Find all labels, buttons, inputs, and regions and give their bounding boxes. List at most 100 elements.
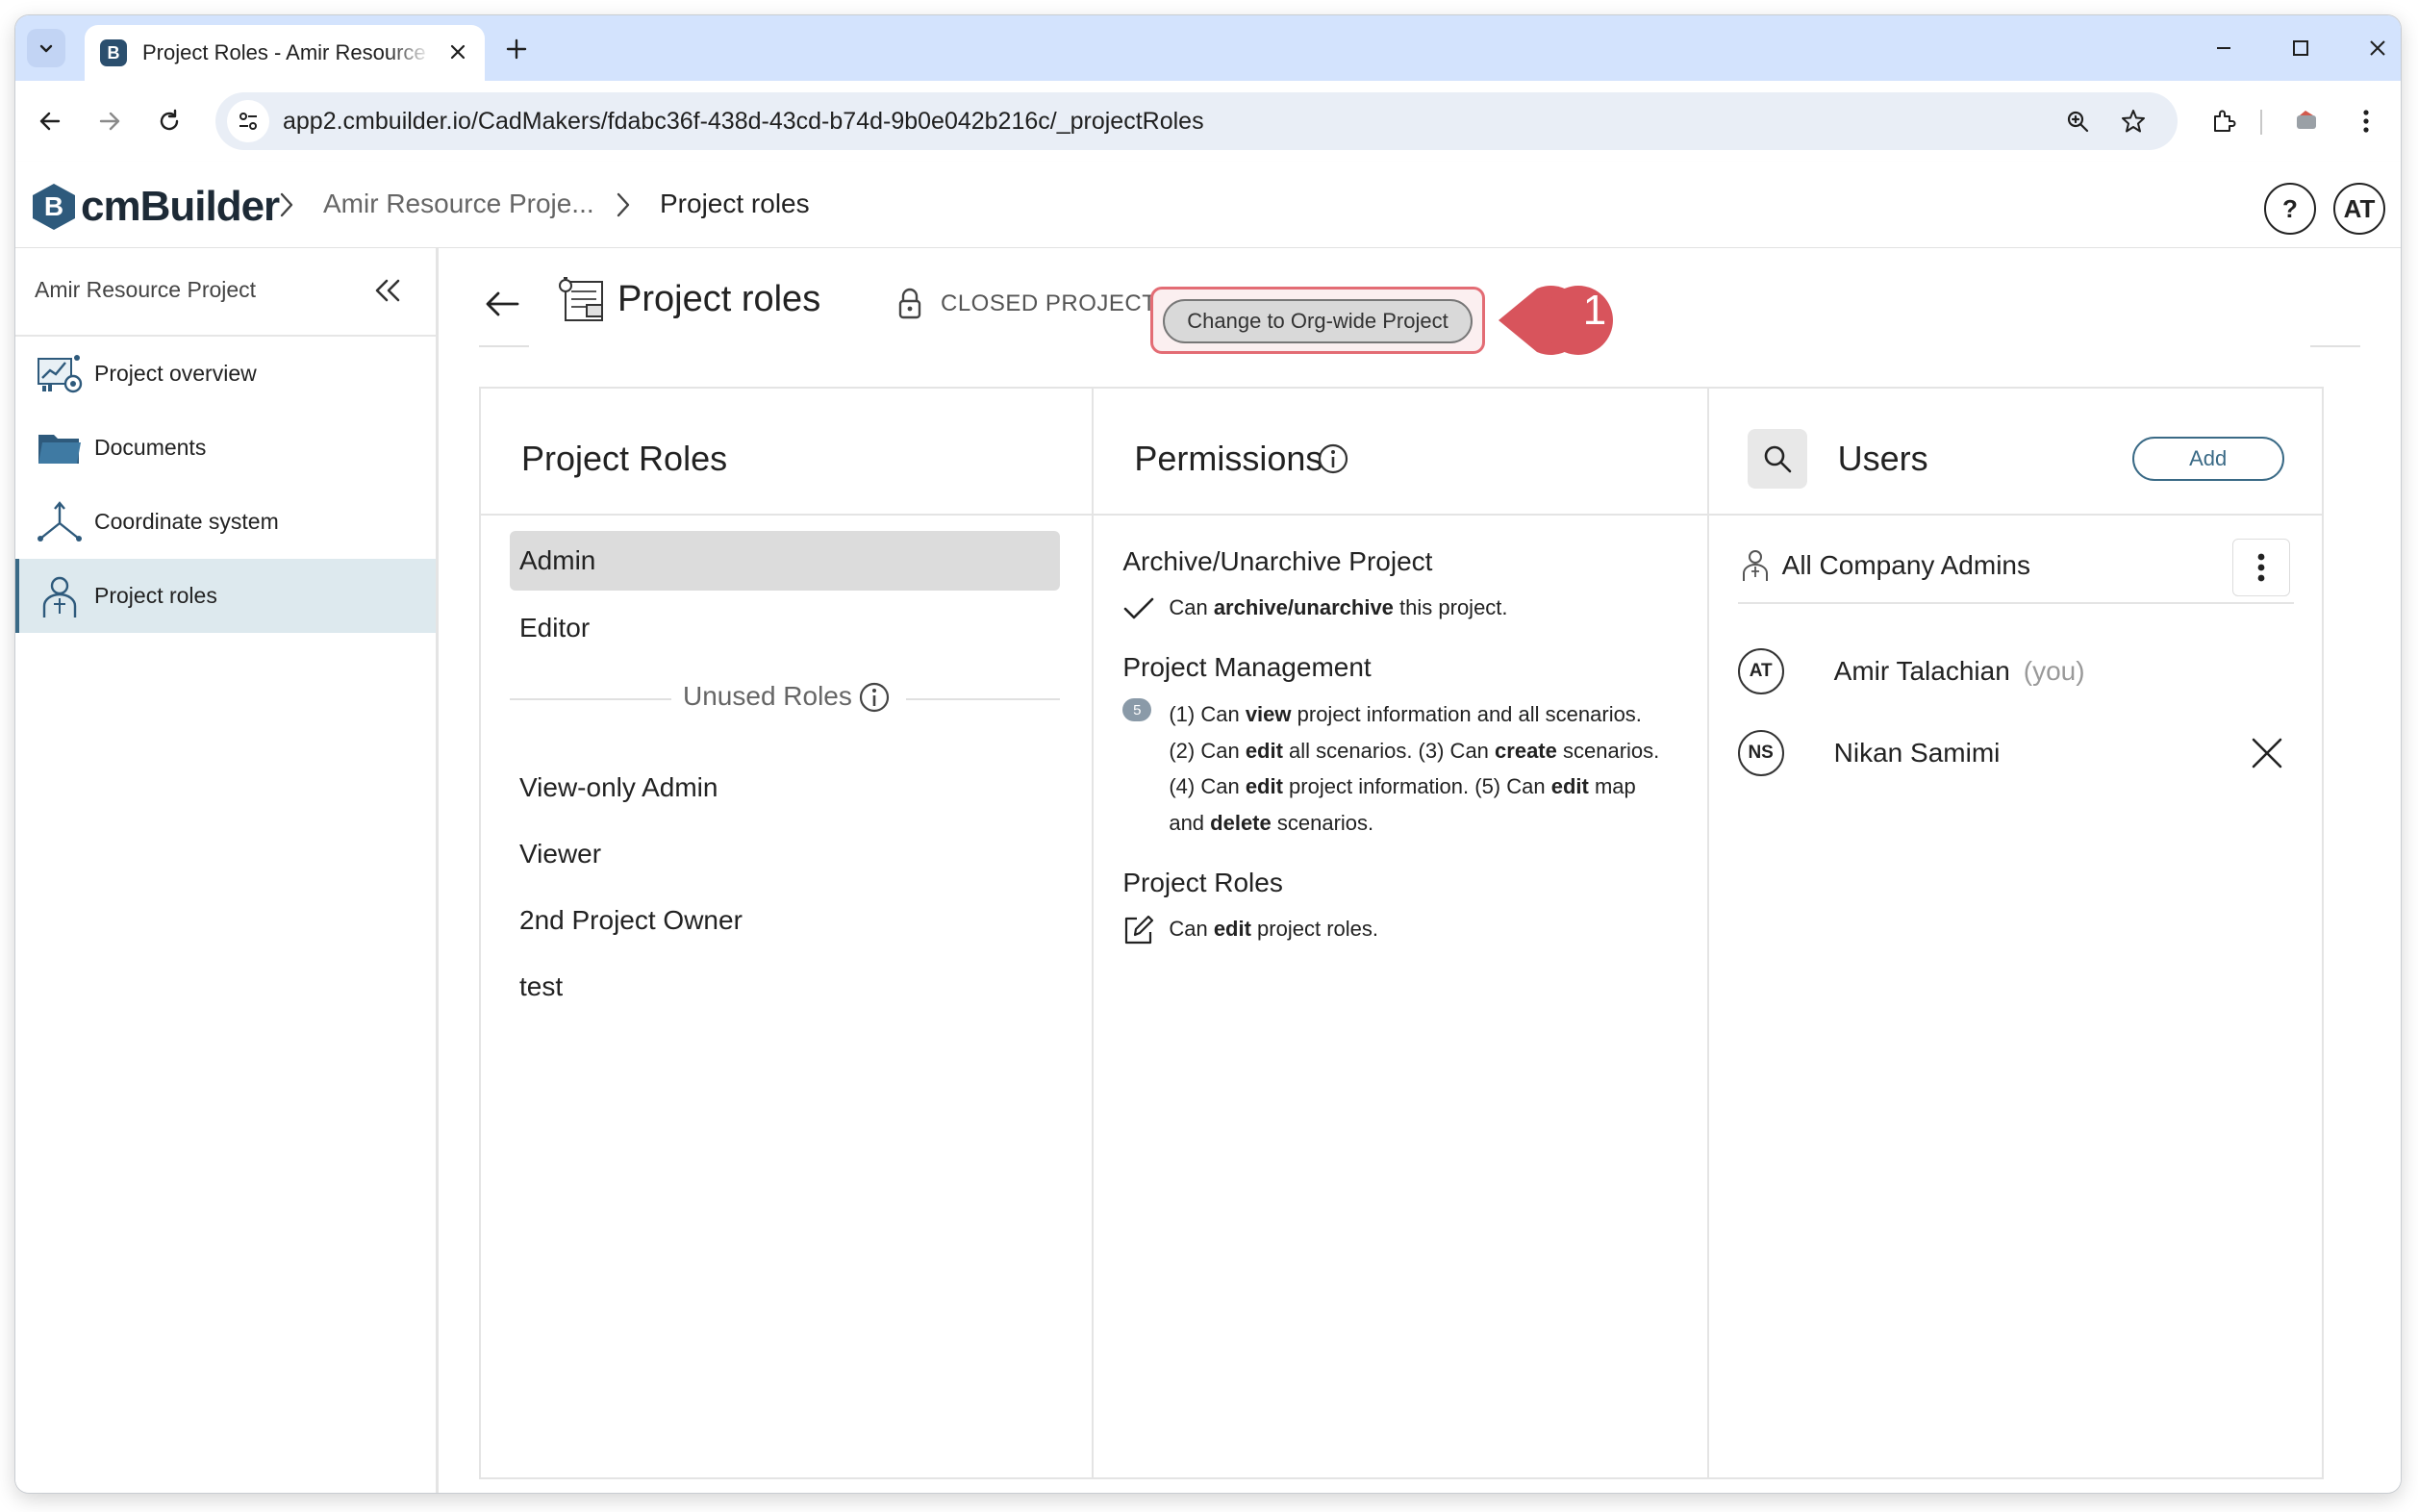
tab-search-button[interactable] (27, 29, 65, 67)
panel-header: Users Add (1708, 389, 2322, 516)
cmbuilder-logo[interactable]: B cmBuilder (33, 183, 280, 231)
maximize-button[interactable] (2272, 29, 2330, 67)
sidebar-item-coordinate-system[interactable]: Coordinate system (15, 485, 436, 559)
browser-menu-button[interactable] (2343, 98, 2389, 144)
arrow-right-icon (99, 112, 120, 131)
breadcrumb-project[interactable]: Amir Resource Proje... (323, 189, 594, 219)
permission-section-title: Project Roles (1122, 868, 1283, 897)
back-button[interactable] (479, 281, 525, 327)
sidebar-item-project-roles[interactable]: Project roles (15, 559, 436, 633)
search-users-button[interactable] (1747, 429, 1807, 489)
panel-title: Users (1837, 439, 1928, 478)
panel-header: Project Roles (481, 389, 1093, 516)
toolbar-divider (2260, 110, 2262, 135)
chart-dashboard-icon (35, 349, 85, 399)
permission-line: Can edit project roles. (1169, 917, 1378, 941)
unused-roles-label: Unused Roles (683, 681, 852, 711)
page-header: Project roles CLOSED PROJECT Change to O… (479, 269, 2345, 355)
logo-mark-icon: B (33, 184, 75, 230)
role-item-test[interactable]: test (510, 957, 1060, 1017)
collapse-sidebar-button[interactable] (366, 269, 409, 312)
sidebar-item-label: Coordinate system (94, 509, 279, 534)
divider-line (510, 698, 671, 700)
permission-line: (4) Can edit project information. (5) Ca… (1169, 774, 1636, 798)
panels-container: Project Roles Admin Editor Unused Roles … (479, 387, 2324, 1479)
sidebar-item-label: Documents (94, 435, 207, 460)
role-item-editor[interactable]: Editor (510, 598, 1060, 658)
role-item-admin[interactable]: Admin (510, 531, 1060, 591)
zoom-button[interactable] (2058, 102, 2097, 140)
close-icon (450, 44, 466, 60)
sidebar-item-project-overview[interactable]: Project overview (15, 337, 436, 411)
unused-roles-divider: Unused Roles (510, 679, 1060, 718)
project-status-label: CLOSED PROJECT (941, 290, 1157, 316)
role-item-view-only-admin[interactable]: View-only Admin (510, 758, 1060, 818)
site-settings-icon[interactable] (227, 100, 269, 142)
main-content: Project roles CLOSED PROJECT Change to O… (439, 248, 2401, 1493)
remove-user-button[interactable] (2248, 734, 2286, 772)
double-chevron-left-icon (375, 279, 400, 302)
kebab-menu-icon (2363, 110, 2369, 133)
tab-bar: B Project Roles - Amir Resource Project (15, 15, 2401, 81)
reload-icon (160, 109, 179, 131)
tab-close-button[interactable] (444, 38, 471, 65)
cmbuilder-favicon-icon: B (100, 39, 127, 66)
arrow-left-icon (39, 112, 61, 131)
sidebar-item-label: Project roles (94, 583, 217, 608)
plus-icon (506, 38, 527, 60)
change-to-org-wide-button[interactable]: Change to Org-wide Project (1163, 299, 1473, 343)
info-icon[interactable] (1317, 442, 1349, 475)
search-icon (1764, 445, 1791, 473)
reload-button[interactable] (146, 98, 192, 144)
app-header: B cmBuilder Amir Resource Proje... Proje… (15, 162, 2401, 248)
minimize-button[interactable] (2195, 29, 2253, 67)
roles-document-icon (556, 273, 610, 327)
extension-pinned-button[interactable] (2283, 98, 2330, 144)
new-tab-button[interactable] (496, 29, 537, 69)
back-nav-button[interactable] (27, 98, 73, 144)
panel-title: Project Roles (521, 439, 728, 478)
puzzle-icon (2214, 110, 2236, 132)
sidebar-header: Amir Resource Project (15, 248, 436, 337)
permission-count-badge: 5 (1122, 698, 1152, 721)
permissions-panel: Permissions Archive/Unarchive Project Ca… (1094, 387, 1709, 1479)
extensions-button[interactable] (2201, 98, 2247, 144)
browser-window: B Project Roles - Amir Resource Project (15, 15, 2401, 1493)
lock-icon (893, 285, 927, 323)
user-avatar: NS (1737, 730, 1784, 776)
user-avatar-button[interactable]: AT (2333, 183, 2385, 235)
role-item-viewer[interactable]: Viewer (510, 824, 1060, 884)
forward-nav-button[interactable] (87, 98, 133, 144)
sidebar-project-name: Amir Resource Project (35, 277, 257, 302)
kebab-menu-icon (2257, 553, 2265, 582)
panel-title: Permissions (1134, 439, 1323, 478)
permission-line: (1) Can view project information and all… (1169, 702, 1642, 726)
breadcrumb-current: Project roles (660, 189, 810, 218)
extension-icon (2297, 111, 2316, 129)
minimize-icon (2217, 47, 2230, 49)
step-callout-number: 1 (1582, 287, 1607, 334)
project-roles-panel: Project Roles Admin Editor Unused Roles … (479, 387, 1095, 1479)
role-item-2nd-project-owner[interactable]: 2nd Project Owner (510, 891, 1060, 950)
arrow-left-icon (486, 291, 519, 316)
permission-line: Can archive/unarchive this project. (1169, 595, 1508, 619)
browser-tab[interactable]: B Project Roles - Amir Resource Project (85, 25, 485, 81)
url-text: app2.cmbuilder.io/CadMakers/fdabc36f-438… (283, 107, 1204, 135)
page-title: Project roles (617, 279, 821, 319)
user-row: NS Nikan Samimi (1737, 724, 2294, 782)
info-icon[interactable] (858, 681, 893, 716)
admin-group-icon (1738, 546, 1773, 585)
user-avatar: AT (1737, 648, 1784, 694)
panel-header: Permissions (1094, 389, 1707, 516)
add-user-button[interactable]: Add (2131, 437, 2284, 481)
close-window-button[interactable] (2349, 29, 2401, 67)
group-options-button[interactable] (2231, 539, 2290, 596)
address-bar[interactable]: app2.cmbuilder.io/CadMakers/fdabc36f-438… (215, 92, 2178, 150)
chevron-right-icon (273, 190, 300, 219)
company-admins-label: All Company Admins (1781, 550, 2030, 580)
help-button[interactable]: ? (2264, 183, 2316, 235)
bookmark-button[interactable] (2114, 102, 2153, 140)
permission-line: (2) Can edit all scenarios. (3) Can crea… (1169, 739, 1660, 763)
logo-text: cmBuilder (81, 183, 280, 230)
sidebar-item-documents[interactable]: Documents (15, 411, 436, 485)
